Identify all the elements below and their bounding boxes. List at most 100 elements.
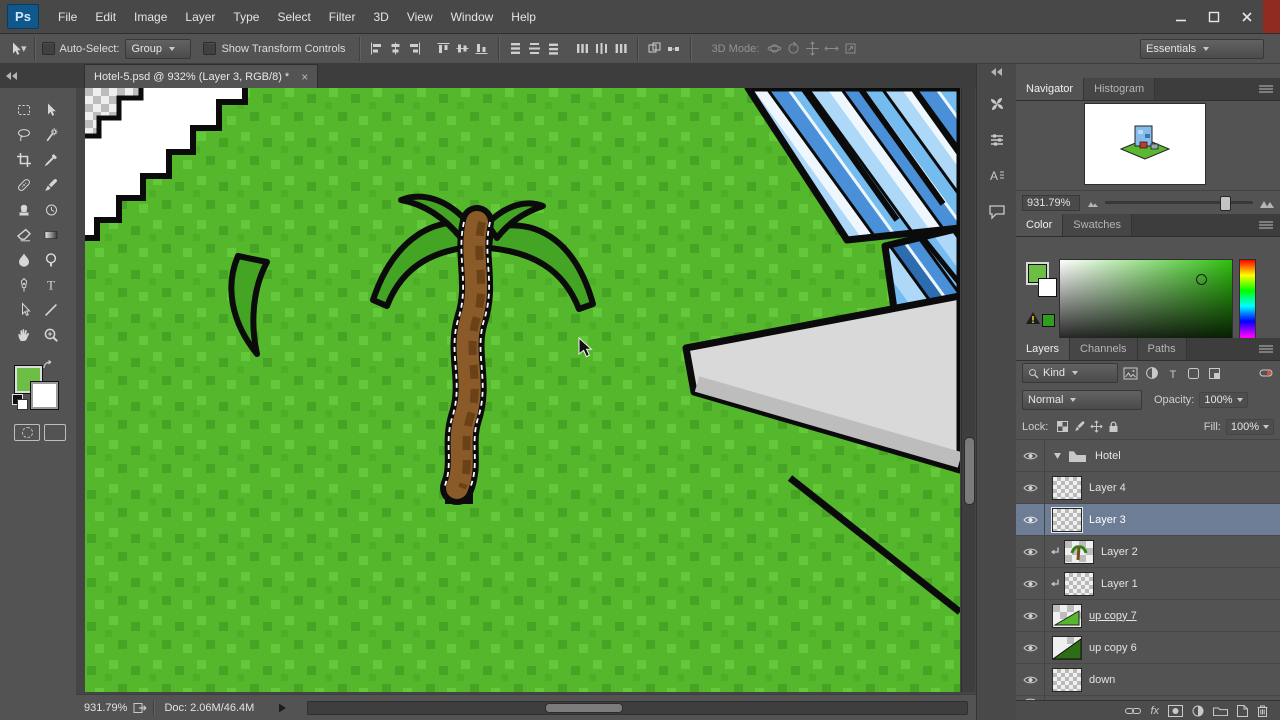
- navigator-zoom-field[interactable]: 931.79%: [1022, 194, 1080, 211]
- canvas-art[interactable]: [85, 88, 960, 692]
- closest-web-color-swatch[interactable]: [1042, 314, 1055, 327]
- layer-thumbnail[interactable]: [1053, 604, 1081, 627]
- lasso-tool[interactable]: [11, 123, 36, 146]
- filter-shape-layers-icon[interactable]: [1185, 365, 1202, 382]
- tab-color[interactable]: Color: [1016, 214, 1064, 236]
- move-tool[interactable]: [38, 98, 63, 121]
- color-panel-menu-icon[interactable]: [1258, 220, 1274, 230]
- layer-row-layer3-selected[interactable]: Layer 3: [1016, 504, 1280, 536]
- visibility-toggle[interactable]: [1016, 632, 1045, 663]
- menu-item-edit[interactable]: Edit: [86, 0, 125, 33]
- show-transform-checkbox[interactable]: [203, 42, 217, 55]
- tab-channels[interactable]: Channels: [1070, 338, 1138, 360]
- swap-colors-icon[interactable]: [42, 360, 56, 372]
- line-tool[interactable]: [38, 298, 63, 321]
- pinwheel-icon[interactable]: [983, 90, 1010, 117]
- filter-pixel-layers-icon[interactable]: [1122, 365, 1139, 382]
- zoom-in-mountains-icon[interactable]: [1260, 197, 1274, 208]
- path-selection-tool[interactable]: [11, 298, 36, 321]
- align-top-edges-icon[interactable]: [434, 39, 453, 58]
- layer-name[interactable]: Layer 1: [1101, 578, 1138, 590]
- layer-row-layer2[interactable]: Layer 2: [1016, 536, 1280, 568]
- horizontal-scrollbar[interactable]: [307, 700, 968, 715]
- menu-item-window[interactable]: Window: [442, 0, 503, 33]
- character-panel-icon[interactable]: A: [983, 162, 1010, 189]
- menu-item-layer[interactable]: Layer: [176, 0, 224, 33]
- layer-row-up-copy-6[interactable]: up copy 6: [1016, 632, 1280, 664]
- distribute-bottom-edges-icon[interactable]: [544, 39, 563, 58]
- expand-panels-chevron-icon[interactable]: [985, 68, 1007, 76]
- canvas-area[interactable]: [76, 88, 976, 694]
- layer-filter-kind-dropdown[interactable]: Kind: [1022, 363, 1118, 383]
- auto-select-target-dropdown[interactable]: Group: [125, 38, 192, 59]
- layer-thumbnail[interactable]: [1053, 668, 1081, 691]
- filter-adjustment-layers-icon[interactable]: [1143, 365, 1160, 382]
- rectangular-marquee-tool[interactable]: [11, 98, 36, 121]
- visibility-toggle[interactable]: [1016, 568, 1045, 599]
- auto-align-layers-icon[interactable]: [645, 39, 664, 58]
- sliders-icon[interactable]: [983, 126, 1010, 153]
- delete-layer-icon[interactable]: [1257, 705, 1268, 717]
- filter-toggle-icon[interactable]: [1257, 365, 1274, 382]
- layer-thumbnail[interactable]: [1065, 572, 1093, 595]
- layer-thumbnail[interactable]: [1053, 636, 1081, 659]
- visibility-toggle[interactable]: [1016, 504, 1045, 535]
- layer-style-icon[interactable]: fx: [1150, 705, 1159, 717]
- group-disclosure-icon[interactable]: [1053, 451, 1062, 460]
- background-color-swatch[interactable]: [30, 381, 59, 410]
- status-proxy-icon[interactable]: [133, 702, 147, 714]
- filter-type-layers-icon[interactable]: T: [1164, 365, 1181, 382]
- minimize-button[interactable]: [1164, 0, 1197, 33]
- tab-swatches[interactable]: Swatches: [1063, 214, 1132, 236]
- clone-stamp-tool[interactable]: [11, 198, 36, 221]
- notes-icon[interactable]: [983, 198, 1010, 225]
- filter-smart-object-icon[interactable]: [1206, 365, 1223, 382]
- layer-name[interactable]: up copy 6: [1089, 642, 1137, 654]
- blur-tool[interactable]: [11, 248, 36, 271]
- align-vertical-centers-icon[interactable]: [453, 39, 472, 58]
- menu-item-view[interactable]: View: [398, 0, 442, 33]
- menu-item-type[interactable]: Type: [224, 0, 268, 33]
- tab-close-icon[interactable]: ×: [301, 70, 308, 84]
- 3d-orbit-icon[interactable]: [765, 39, 784, 58]
- opacity-field[interactable]: 100%: [1199, 392, 1248, 408]
- layer-name[interactable]: Layer 4: [1089, 482, 1126, 494]
- eyedropper-tool[interactable]: [38, 148, 63, 171]
- pen-tool[interactable]: [11, 273, 36, 296]
- add-layer-mask-icon[interactable]: [1168, 704, 1183, 717]
- menu-item-3d[interactable]: 3D: [364, 0, 397, 33]
- distribute-top-edges-icon[interactable]: [506, 39, 525, 58]
- vertical-scrollbar-thumb[interactable]: [964, 437, 975, 505]
- tab-layers[interactable]: Layers: [1016, 338, 1071, 360]
- navigator-zoom-slider[interactable]: [1105, 196, 1253, 211]
- fill-field[interactable]: 100%: [1225, 418, 1274, 435]
- visibility-toggle[interactable]: [1016, 440, 1045, 471]
- menu-item-image[interactable]: Image: [125, 0, 176, 33]
- type-tool[interactable]: T: [38, 273, 63, 296]
- brush-tool[interactable]: [38, 173, 63, 196]
- auto-distribute-icon[interactable]: [664, 39, 683, 58]
- align-right-edges-icon[interactable]: [405, 39, 424, 58]
- layer-name[interactable]: Layer 2: [1101, 546, 1138, 558]
- layer-name[interactable]: Layer 3: [1089, 514, 1126, 526]
- document-tab[interactable]: Hotel-5.psd @ 932% (Layer 3, RGB/8) * ×: [84, 64, 319, 88]
- visibility-toggle[interactable]: [1016, 664, 1045, 695]
- new-group-icon[interactable]: [1213, 705, 1228, 716]
- menu-item-help[interactable]: Help: [502, 0, 545, 33]
- distribute-horizontal-centers-icon[interactable]: [592, 39, 611, 58]
- visibility-toggle[interactable]: [1016, 472, 1045, 503]
- layer-row-up-copy-7[interactable]: up copy 7: [1016, 600, 1280, 632]
- workspace-switcher-dropdown[interactable]: Essentials: [1140, 38, 1264, 59]
- lock-position-icon[interactable]: [1088, 418, 1105, 435]
- navigator-zoom-slider-thumb[interactable]: [1220, 196, 1232, 211]
- layer-name[interactable]: up copy 7: [1089, 610, 1137, 622]
- default-colors-white-swatch[interactable]: [17, 399, 28, 410]
- layer-row-layer1[interactable]: Layer 1: [1016, 568, 1280, 600]
- 3d-roll-icon[interactable]: [784, 39, 803, 58]
- dodge-tool[interactable]: [38, 248, 63, 271]
- zoom-tool[interactable]: [38, 323, 63, 346]
- visibility-toggle[interactable]: [1016, 600, 1045, 631]
- history-brush-tool[interactable]: [38, 198, 63, 221]
- distribute-left-edges-icon[interactable]: [573, 39, 592, 58]
- menu-item-select[interactable]: Select: [268, 0, 319, 33]
